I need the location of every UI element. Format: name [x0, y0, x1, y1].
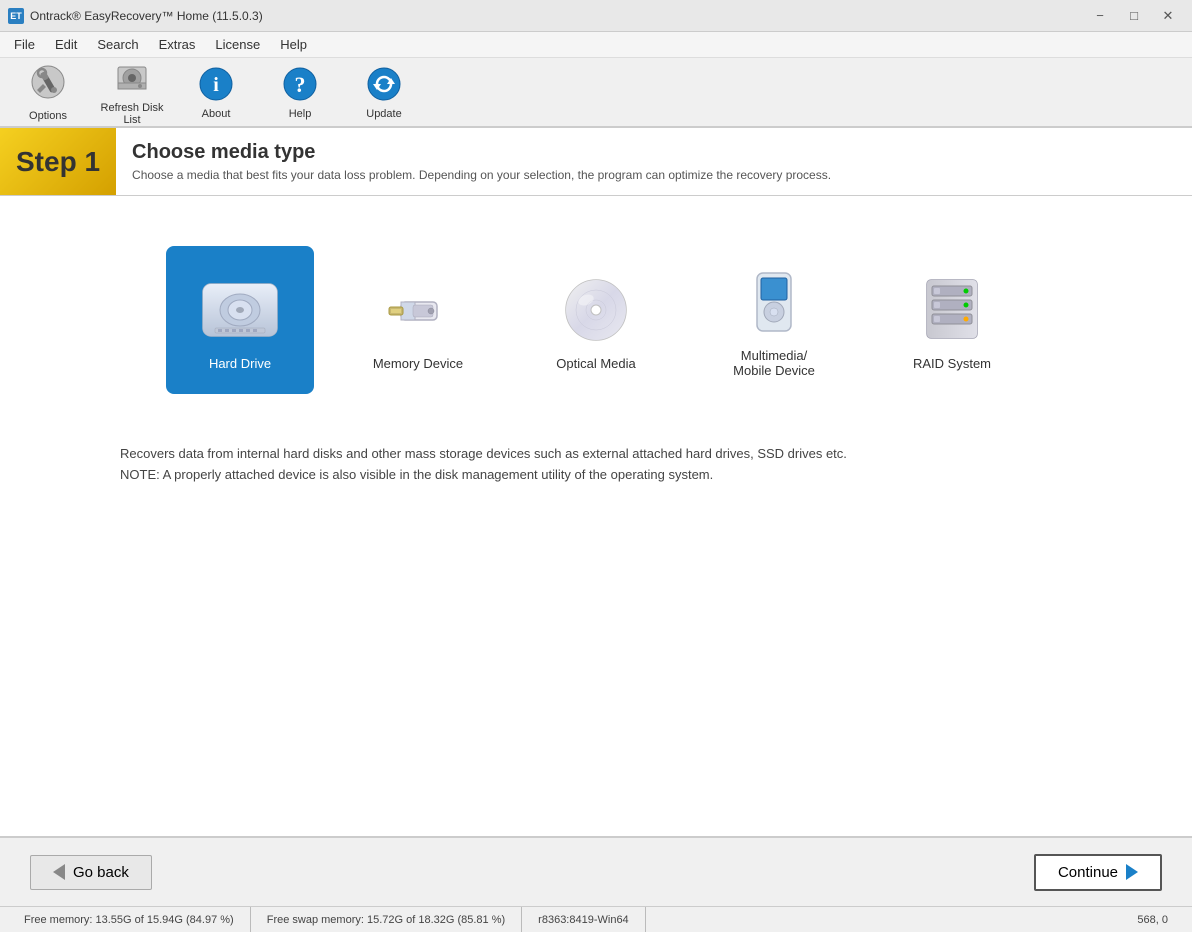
- arrow-left-icon: [53, 864, 65, 880]
- info-text: Recovers data from internal hard disks a…: [0, 424, 1192, 506]
- media-item-multimedia-mobile[interactable]: Multimedia/ Mobile Device: [700, 246, 848, 394]
- media-item-memory-device[interactable]: Memory Device: [344, 246, 492, 394]
- free-memory-status: Free memory: 13.55G of 15.94G (84.97 %): [8, 907, 251, 932]
- svg-text:i: i: [213, 74, 219, 96]
- disk-icon: [113, 59, 151, 100]
- coords-status: 568, 0: [1121, 907, 1184, 932]
- options-label: Options: [29, 110, 67, 122]
- arrow-right-icon: [1126, 864, 1138, 880]
- refresh-disk-list-label: Refresh Disk List: [96, 102, 168, 126]
- wrench-icon: [29, 63, 67, 108]
- free-swap-status: Free swap memory: 15.72G of 18.32G (85.8…: [251, 907, 522, 932]
- step-header: Step 1 Choose media type Choose a media …: [0, 128, 1192, 196]
- step-number: Step 1: [0, 128, 116, 195]
- media-item-raid-system[interactable]: RAID System: [878, 246, 1026, 394]
- help-button[interactable]: ? Help: [260, 62, 340, 122]
- optical-media-icon: [548, 270, 644, 350]
- about-label: About: [202, 108, 231, 120]
- app-icon: ET: [8, 8, 24, 24]
- status-bar: Free memory: 13.55G of 15.94G (84.97 %) …: [0, 906, 1192, 932]
- menu-edit[interactable]: Edit: [45, 34, 87, 55]
- main-content: Hard Drive Memory Device: [0, 196, 1192, 836]
- menu-file[interactable]: File: [4, 34, 45, 55]
- step-content: Choose media type Choose a media that be…: [116, 128, 847, 195]
- multimedia-label: Multimedia/ Mobile Device: [733, 348, 815, 378]
- toolbar: Options Refresh Disk List i About: [0, 58, 1192, 128]
- memory-device-label: Memory Device: [373, 356, 463, 371]
- multimedia-icon: [726, 262, 822, 342]
- app-title: Ontrack® EasyRecovery™ Home (11.5.0.3): [30, 9, 263, 23]
- menu-help[interactable]: Help: [270, 34, 317, 55]
- maximize-button[interactable]: □: [1118, 5, 1150, 27]
- info-line2: NOTE: A properly attached device is also…: [120, 465, 1072, 486]
- update-icon: [365, 65, 403, 106]
- info-icon: i: [197, 65, 235, 106]
- continue-button[interactable]: Continue: [1034, 854, 1162, 891]
- info-line1: Recovers data from internal hard disks a…: [120, 444, 1072, 465]
- question-icon: ?: [281, 65, 319, 106]
- raid-system-label: RAID System: [913, 356, 991, 371]
- minimize-button[interactable]: −: [1084, 5, 1116, 27]
- optical-media-label: Optical Media: [556, 356, 635, 371]
- about-button[interactable]: i About: [176, 62, 256, 122]
- options-button[interactable]: Options: [8, 62, 88, 122]
- media-type-grid: Hard Drive Memory Device: [0, 196, 1192, 424]
- window-controls: − □ ✕: [1084, 5, 1184, 27]
- menu-search[interactable]: Search: [87, 34, 148, 55]
- media-item-optical-media[interactable]: Optical Media: [522, 246, 670, 394]
- build-status: r8363:8419-Win64: [522, 907, 646, 932]
- menu-bar: File Edit Search Extras License Help: [0, 32, 1192, 58]
- help-label: Help: [289, 108, 312, 120]
- raid-system-icon: [904, 270, 1000, 350]
- step-title: Choose media type: [132, 141, 831, 164]
- hard-drive-label: Hard Drive: [209, 356, 271, 371]
- go-back-label: Go back: [73, 864, 129, 881]
- close-button[interactable]: ✕: [1152, 5, 1184, 27]
- update-button[interactable]: Update: [344, 62, 424, 122]
- menu-license[interactable]: License: [205, 34, 270, 55]
- title-bar: ET Ontrack® EasyRecovery™ Home (11.5.0.3…: [0, 0, 1192, 32]
- svg-text:?: ?: [295, 72, 306, 97]
- media-item-hard-drive[interactable]: Hard Drive: [166, 246, 314, 394]
- menu-extras[interactable]: Extras: [149, 34, 206, 55]
- go-back-button[interactable]: Go back: [30, 855, 152, 890]
- memory-device-icon: [370, 270, 466, 350]
- update-label: Update: [366, 108, 401, 120]
- hard-drive-icon: [192, 270, 288, 350]
- refresh-disk-list-button[interactable]: Refresh Disk List: [92, 62, 172, 122]
- bottom-bar: Go back Continue: [0, 836, 1192, 906]
- continue-label: Continue: [1058, 864, 1118, 881]
- step-description: Choose a media that best fits your data …: [132, 168, 831, 182]
